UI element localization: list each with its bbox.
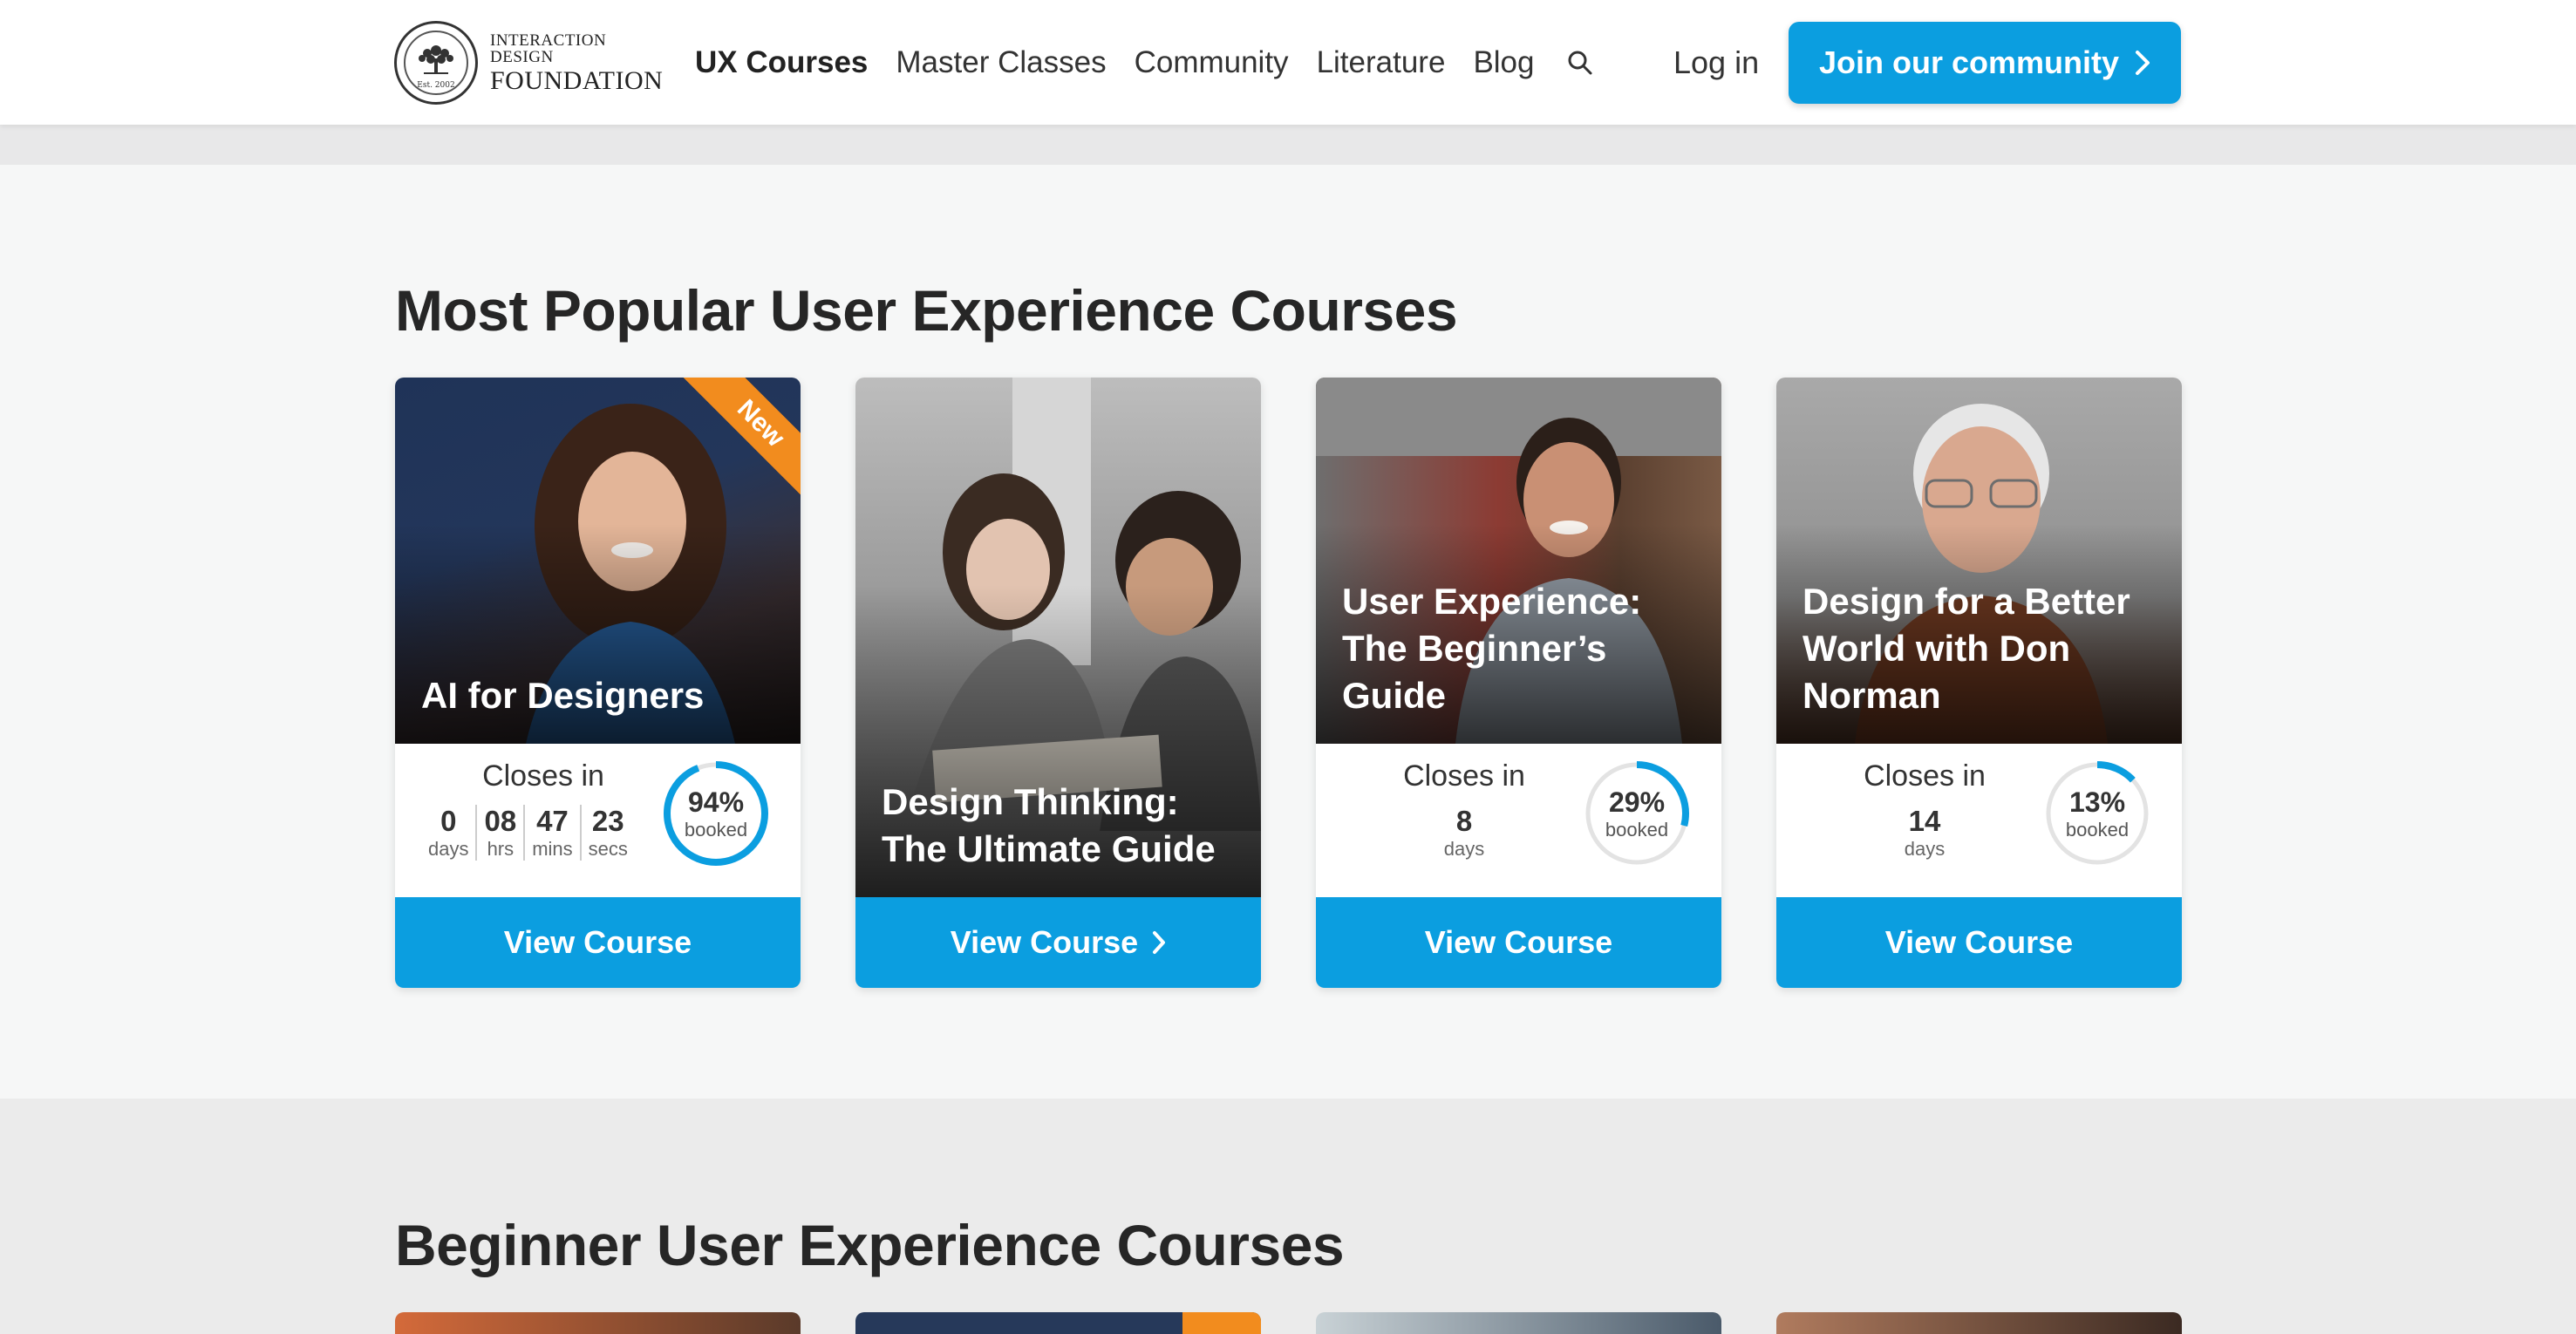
view-course-button[interactable]: View Course: [395, 897, 801, 988]
nav-ux-courses[interactable]: UX Courses: [695, 45, 868, 80]
site-header: Est. 2002 INTERACTION DESIGN FOUNDATION …: [0, 0, 2576, 125]
chevron-right-icon: [2136, 51, 2150, 75]
join-label: Join our community: [1818, 44, 2120, 80]
nav-literature[interactable]: Literature: [1317, 45, 1446, 80]
countdown-hrs-unit: hrs: [487, 838, 515, 860]
booked-progress-ring: 13% booked: [2043, 759, 2151, 868]
beginner-course-card-peek[interactable]: [855, 1312, 1261, 1334]
course-enrollment-info: Closes in 0 days 08 hrs 47 mins 23 secs 94% …: [395, 744, 801, 897]
beginner-course-card-peek[interactable]: [395, 1312, 801, 1334]
view-course-button[interactable]: View Course: [1316, 897, 1721, 988]
view-course-button[interactable]: View Course: [855, 897, 1261, 988]
logo-line1: INTERACTION DESIGN: [490, 31, 607, 66]
search-icon[interactable]: [1566, 49, 1594, 77]
header-shadow-strip: [0, 125, 2576, 165]
beginner-course-card-peek[interactable]: [1776, 1312, 2182, 1334]
course-card-ux-beginners-guide[interactable]: User Experience: The Beginner’s Guide Cl…: [1316, 378, 1721, 988]
booked-percent: 13%: [2068, 786, 2126, 818]
course-image: New AI for Designers: [395, 378, 801, 744]
nav-blog[interactable]: Blog: [1473, 45, 1534, 80]
beginner-section-title: Beginner User Experience Courses: [395, 1213, 1345, 1277]
booked-percent: 94%: [687, 786, 745, 818]
course-card-design-better-world[interactable]: Design for a Better World with Don Norma…: [1776, 378, 2182, 988]
main-nav: UX Courses Master Classes Community Lite…: [695, 38, 1594, 87]
closes-label: Closes in: [482, 759, 604, 793]
course-title: User Experience: The Beginner’s Guide: [1342, 581, 1642, 716]
countdown-secs-unit: secs: [588, 838, 628, 860]
tree-logo-icon: [419, 45, 453, 74]
nav-master-classes[interactable]: Master Classes: [896, 45, 1106, 80]
countdown-days: 0: [440, 805, 457, 837]
booked-percent: 29%: [1608, 786, 1666, 818]
view-course-label: View Course: [950, 924, 1139, 960]
countdown-hrs: 08: [484, 805, 517, 837]
booked-label: booked: [1605, 819, 1669, 841]
countdown-mins-unit: mins: [532, 838, 573, 860]
countdown-days-unit: days: [1904, 838, 1946, 860]
booked-label: booked: [2065, 819, 2130, 841]
booked-progress-ring: 94% booked: [662, 759, 770, 868]
chevron-right-icon: [1153, 931, 1166, 954]
nav-community[interactable]: Community: [1135, 45, 1289, 80]
beginner-course-card-peek[interactable]: [1316, 1312, 1721, 1334]
course-title: Design for a Better World with Don Norma…: [1803, 581, 2130, 716]
seal-logo-icon: Est. 2002: [394, 21, 478, 105]
countdown-days: 8: [1455, 805, 1473, 837]
ixdf-logo[interactable]: Est. 2002 INTERACTION DESIGN FOUNDATION: [394, 20, 663, 105]
closes-label: Closes in: [1403, 759, 1525, 793]
booked-label: booked: [684, 819, 748, 841]
countdown-mins: 47: [536, 805, 569, 837]
popular-section-title: Most Popular User Experience Courses: [395, 278, 1458, 343]
join-community-button[interactable]: Join our community: [1789, 22, 2181, 104]
course-title: AI for Designers: [421, 675, 705, 716]
course-image: Design for a Better World with Don Norma…: [1776, 378, 2182, 744]
course-card-ai-for-designers[interactable]: New AI for Designers Closes in 0 days 08 h…: [395, 378, 801, 988]
countdown-secs: 23: [591, 805, 624, 837]
course-enrollment-info: Closes in 14 days 13% booked: [1776, 744, 2182, 897]
view-course-label: View Course: [1884, 924, 2074, 960]
login-link[interactable]: Log in: [1673, 38, 1759, 87]
countdown-days: 14: [1908, 805, 1941, 837]
view-course-label: View Course: [503, 924, 692, 960]
countdown: 8 days: [1429, 805, 1499, 861]
logo-est: Est. 2002: [417, 81, 455, 90]
course-title: Design Thinking: The Ultimate Guide: [882, 781, 1216, 869]
countdown: 14 days: [1890, 805, 1959, 861]
view-course-label: View Course: [1424, 924, 1613, 960]
course-image: User Experience: The Beginner’s Guide: [1316, 378, 1721, 744]
countdown-days-unit: days: [1443, 838, 1485, 860]
course-card-design-thinking[interactable]: Design Thinking: The Ultimate Guide View…: [855, 378, 1261, 988]
countdown-days-unit: days: [428, 838, 469, 860]
booked-progress-ring: 29% booked: [1583, 759, 1691, 868]
closes-label: Closes in: [1864, 759, 1986, 793]
view-course-button[interactable]: View Course: [1776, 897, 2182, 988]
course-image: Design Thinking: The Ultimate Guide: [855, 378, 1261, 897]
countdown: 0 days 08 hrs 47 mins 23 secs: [421, 805, 635, 861]
logo-line2: FOUNDATION: [490, 65, 664, 95]
course-enrollment-info: Closes in 8 days 29% booked: [1316, 744, 1721, 897]
